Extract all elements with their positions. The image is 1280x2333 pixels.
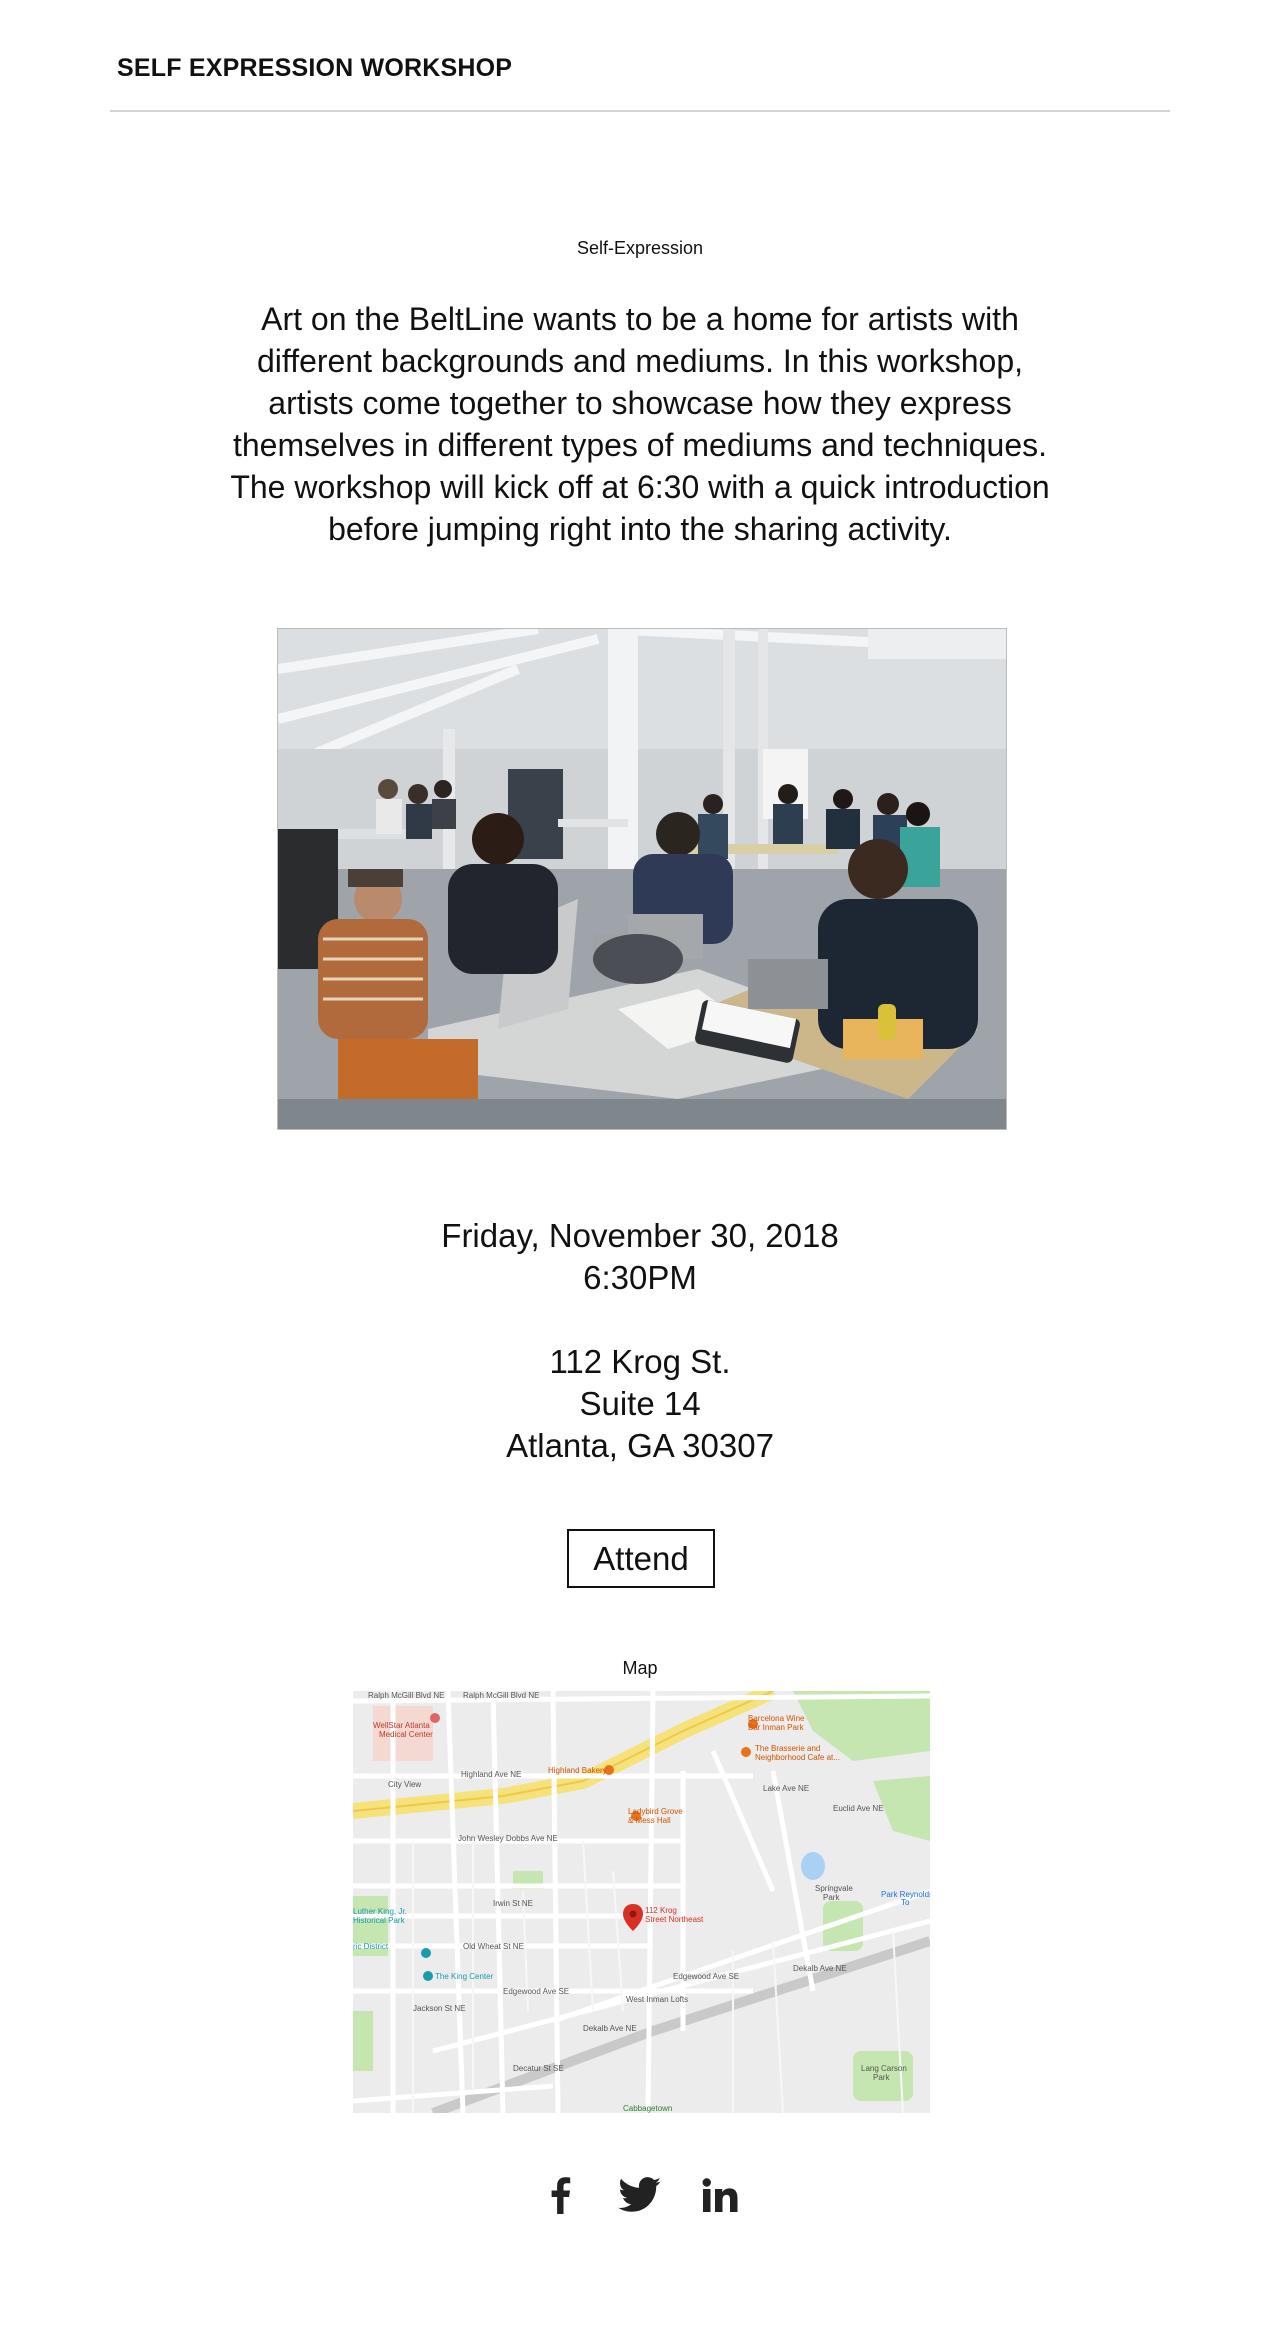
svg-text:Ralph McGill Blvd NE: Ralph McGill Blvd NE [368, 1691, 444, 1700]
svg-text:Springvale: Springvale [815, 1884, 853, 1893]
map-pin-label: 112 Krog [645, 1906, 677, 1915]
attend-button[interactable]: Attend [567, 1529, 715, 1588]
facebook-icon [551, 2177, 571, 2214]
svg-text:The King Center: The King Center [435, 1972, 494, 1981]
address-line-3: Atlanta, GA 30307 [506, 1427, 774, 1464]
svg-text:Jackson St NE: Jackson St NE [413, 2004, 465, 2013]
svg-text:Ralph McGill Blvd NE: Ralph McGill Blvd NE [463, 1691, 539, 1700]
svg-text:Park: Park [823, 1893, 840, 1902]
svg-text:Bar Inman Park: Bar Inman Park [748, 1723, 805, 1732]
site-title[interactable]: SELF EXPRESSION WORKSHOP [117, 54, 512, 83]
svg-text:Cabbagetown: Cabbagetown [623, 2104, 672, 2113]
svg-text:The Brasserie and: The Brasserie and [755, 1744, 820, 1753]
svg-text:To: To [901, 1898, 910, 1907]
twitter-icon [618, 2177, 661, 2212]
event-date: Friday, November 30, 2018 [441, 1217, 839, 1254]
workshop-photo [277, 628, 1007, 1130]
svg-text:Ladybird Grove: Ladybird Grove [628, 1807, 683, 1816]
map-pin-label: Street Northeast [645, 1915, 704, 1924]
svg-text:Old Wheat St NE: Old Wheat St NE [463, 1942, 524, 1951]
svg-text:Lang Carson: Lang Carson [861, 2064, 907, 2073]
event-datetime: Friday, November 30, 2018 6:30PM [0, 1215, 1280, 1299]
svg-text:Edgewood Ave SE: Edgewood Ave SE [673, 1972, 739, 1981]
section-label: Self-Expression [576, 238, 704, 258]
svg-text:Dekalb Ave NE: Dekalb Ave NE [793, 1964, 847, 1973]
social-links [0, 2170, 1280, 2220]
map-label: Map [622, 1658, 658, 1678]
location-map[interactable]: Ralph McGill Blvd NE Ralph McGill Blvd N… [353, 1691, 930, 2113]
svg-text:Medical Center: Medical Center [379, 1730, 433, 1739]
address-line-2: Suite 14 [579, 1385, 701, 1422]
facebook-link[interactable] [535, 2170, 585, 2220]
svg-text:Decatur St SE: Decatur St SE [513, 2064, 564, 2073]
svg-text:West Inman Lofts: West Inman Lofts [626, 1995, 688, 2004]
svg-text:Irwin St NE: Irwin St NE [493, 1899, 533, 1908]
svg-text:Highland Ave NE: Highland Ave NE [461, 1770, 521, 1779]
event-description: Art on the BeltLine wants to be a home f… [230, 301, 1050, 547]
event-time: 6:30PM [583, 1259, 697, 1296]
linkedin-icon [702, 2178, 738, 2212]
site-header: SELF EXPRESSION WORKSHOP [110, 0, 1170, 112]
svg-text:Historical Park: Historical Park [353, 1916, 406, 1925]
svg-text:Lake Ave NE: Lake Ave NE [763, 1784, 809, 1793]
svg-text:WellStar Atlanta: WellStar Atlanta [373, 1721, 430, 1730]
address-line-1: 112 Krog St. [549, 1343, 731, 1380]
event-address: 112 Krog St. Suite 14 Atlanta, GA 30307 [0, 1341, 1280, 1467]
svg-text:City View: City View [388, 1780, 421, 1789]
svg-text:Highland Bakery: Highland Bakery [548, 1766, 607, 1775]
svg-text:Neighborhood Cafe at...: Neighborhood Cafe at... [755, 1753, 840, 1762]
svg-text:ric District: ric District [353, 1942, 389, 1951]
svg-text:Barcelona Wine: Barcelona Wine [748, 1714, 805, 1723]
twitter-link[interactable] [615, 2170, 665, 2220]
svg-text:Euclid Ave NE: Euclid Ave NE [833, 1804, 884, 1813]
svg-text:Dekalb Ave NE: Dekalb Ave NE [583, 2024, 637, 2033]
svg-text:Park: Park [873, 2073, 890, 2082]
svg-text:John Wesley Dobbs Ave NE: John Wesley Dobbs Ave NE [458, 1834, 558, 1843]
svg-text:Edgewood Ave SE: Edgewood Ave SE [503, 1987, 569, 1996]
svg-text:Luther King, Jr.: Luther King, Jr. [353, 1907, 407, 1916]
svg-text:& Mess Hall: & Mess Hall [628, 1816, 671, 1825]
linkedin-link[interactable] [695, 2170, 745, 2220]
